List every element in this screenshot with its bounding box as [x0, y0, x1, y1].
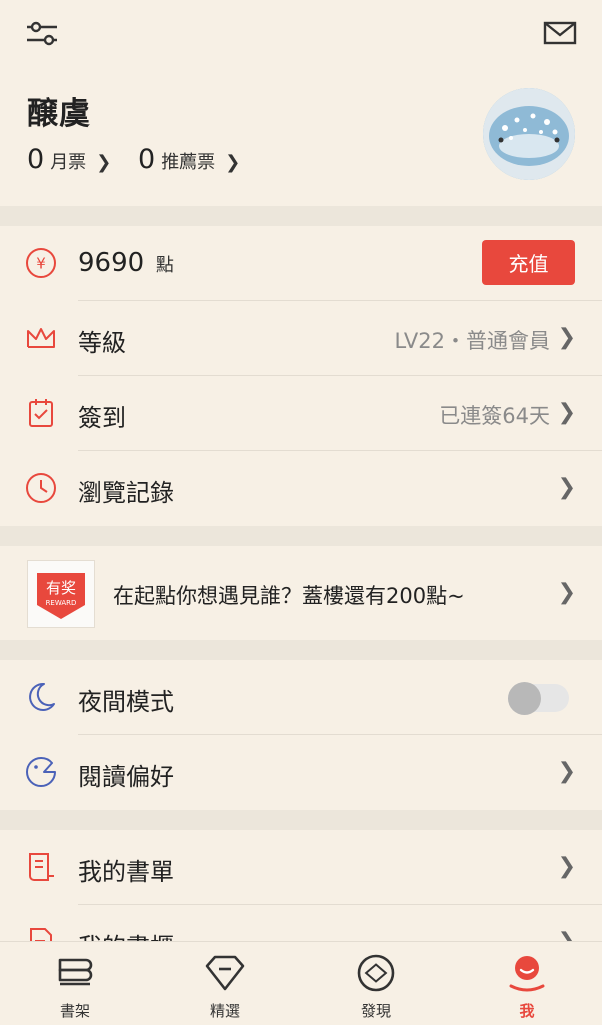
reward-badge-thumbnail: 有奖 REWARD [27, 560, 95, 628]
chevron-right-icon: ❯ [557, 759, 576, 784]
clock-icon [26, 473, 56, 503]
points-row: ¥ 9690 點 充值 [0, 226, 602, 301]
palette-icon [26, 756, 56, 787]
monthly-ticket[interactable]: 0 月票 ❯ [27, 144, 111, 175]
bottom-tab-bar: 書架 精選 發現 我 [0, 941, 602, 1025]
menu-item-label: 簽到 [78, 404, 126, 432]
bookshelf-icon [58, 958, 93, 986]
promo-banner[interactable]: 有奖 REWARD 在起點你想遇見誰？蓋樓還有200點~ ❯ [0, 546, 602, 640]
menu-item-level[interactable]: 等級 LV22・普通會員 ❯ [0, 301, 602, 376]
reward-badge-icon: 有奖 REWARD [37, 573, 85, 619]
menu-item-label: 閱讀偏好 [78, 763, 174, 791]
bookshelf-doc-icon [30, 928, 52, 941]
menu-item-night-mode: 夜間模式 [0, 660, 602, 735]
recommend-ticket-count: 0 [138, 144, 156, 175]
mail-icon[interactable] [542, 18, 578, 48]
crown-icon [27, 328, 55, 348]
yen-coin-icon: ¥ [26, 248, 56, 278]
menu-item-label: 夜間模式 [78, 688, 174, 716]
recharge-button[interactable]: 充值 [482, 240, 575, 285]
svg-text:REWARD: REWARD [46, 599, 77, 607]
section-gap [0, 810, 602, 830]
diamond-icon [205, 955, 245, 991]
checkin-value: 已連簽64天 [439, 404, 550, 428]
level-value: LV22・普通會員 [394, 329, 550, 353]
menu-item-label: 瀏覽記錄 [78, 479, 174, 507]
books-section: 我的書單 ❯ 我的書櫃 ❯ [0, 830, 602, 941]
chevron-right-icon: ❯ [557, 475, 576, 500]
top-bar [0, 0, 602, 70]
username: 醸虞 [27, 96, 91, 132]
checkin-calendar-icon [29, 399, 53, 427]
tab-label: 書架 [59, 1002, 90, 1020]
tab-shelf[interactable]: 書架 [25, 952, 125, 1022]
account-section: ¥ 9690 點 充值 等級 LV22・普通會員 ❯ 簽到 已連簽64天 ❯ 瀏… [0, 226, 602, 526]
moon-icon [29, 682, 55, 711]
book-list-icon [29, 853, 54, 881]
chevron-right-icon: ❯ [96, 152, 112, 173]
section-gap [0, 206, 602, 226]
chevron-right-icon: ❯ [557, 854, 576, 879]
tab-discover[interactable]: 發現 [326, 952, 426, 1022]
settings-section: 夜間模式 閱讀偏好 ❯ [0, 660, 602, 810]
section-gap [0, 526, 602, 546]
night-mode-toggle[interactable] [508, 682, 569, 715]
menu-item-label: 我的書單 [78, 858, 174, 886]
monthly-ticket-label: 月票 [50, 152, 87, 173]
menu-item-history[interactable]: 瀏覽記錄 ❯ [0, 451, 602, 526]
toggle-knob [508, 682, 541, 715]
tab-featured[interactable]: 精選 [175, 952, 275, 1022]
recommend-ticket-label: 推薦票 [161, 152, 216, 173]
avatar[interactable] [483, 88, 575, 180]
compass-icon [357, 954, 395, 992]
promo-text: 在起點你想遇見誰？蓋樓還有200點~ [113, 584, 465, 608]
tab-label: 精選 [209, 1002, 240, 1020]
menu-item-label: 等級 [78, 329, 126, 357]
svg-text:有奖: 有奖 [46, 579, 76, 597]
chevron-right-icon: ❯ [557, 400, 576, 425]
section-gap [0, 640, 602, 660]
profile-header: 醸虞 0 月票 ❯ 0 推薦票 ❯ [0, 70, 602, 206]
chevron-right-icon: ❯ [558, 929, 576, 941]
svg-text:¥: ¥ [36, 255, 46, 273]
chevron-right-icon: ❯ [557, 580, 576, 605]
settings-sliders-icon[interactable] [24, 18, 60, 48]
whale-shark-avatar-icon [483, 88, 575, 180]
menu-item-label: 我的書櫃 [78, 927, 174, 941]
tab-me[interactable]: 我 [477, 952, 577, 1022]
tab-label: 我 [519, 1002, 535, 1020]
profile-icon [509, 956, 545, 992]
menu-item-checkin[interactable]: 簽到 已連簽64天 ❯ [0, 376, 602, 451]
recommend-ticket[interactable]: 0 推薦票 ❯ [138, 144, 240, 175]
chevron-right-icon: ❯ [557, 325, 576, 350]
tab-label: 發現 [360, 1002, 391, 1020]
points-value: 9690 點 [78, 248, 174, 278]
menu-item-booklist[interactable]: 我的書單 ❯ [0, 830, 602, 905]
monthly-ticket-count: 0 [27, 144, 45, 175]
menu-item-reading-preference[interactable]: 閱讀偏好 ❯ [0, 735, 602, 810]
chevron-right-icon: ❯ [225, 152, 241, 173]
menu-item-bookshelf[interactable]: 我的書櫃 ❯ [0, 905, 602, 941]
